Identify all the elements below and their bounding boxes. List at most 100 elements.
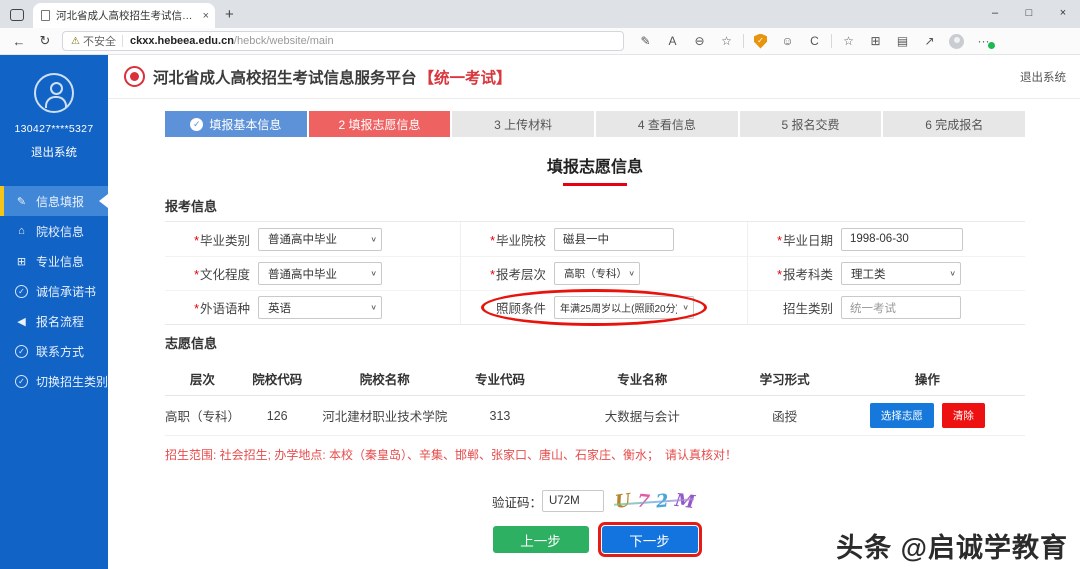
sidebar-item-signup-process[interactable]: ◀ 报名流程 [0,306,108,336]
field-label: 文化程度 [199,268,250,282]
sidebar: 130427****5327 退出系统 ✎ 信息填报 ⌂ 院校信息 ⊞ 专业信息… [0,55,108,569]
tab-close-icon[interactable]: × [203,10,209,22]
close-button[interactable]: × [1046,0,1080,28]
read-aloud-icon[interactable]: A [659,34,686,48]
user-id: 130427****5327 [14,123,94,135]
back-icon[interactable]: ← [6,34,32,49]
education-level-select[interactable]: 普通高中毕业 ∨ [258,262,382,285]
browser-toolbar: ← ↻ ⚠ 不安全 ckxx.hebeea.edu.cn /hebck/webs… [0,28,1080,55]
col-major-code: 专业代码 [474,373,525,387]
header-logout-link[interactable]: 退出系统 [1020,69,1066,85]
watermark: 头条 @启诚学教育 [836,533,1068,563]
url-host: ckxx.hebeea.edu.cn [129,35,234,47]
field-apply-category: *报考科类 理工类 ∨ [747,257,1025,290]
table-row: 高职（专科） 126 河北建材职业技术学院 313 大数据与会计 函授 选择志愿… [165,396,1025,436]
sidebar-logout-link[interactable]: 退出系统 [31,144,77,160]
share-icon[interactable]: ↗ [916,34,943,48]
chevron-down-icon: ∨ [949,269,956,278]
required-marker: * [194,268,199,282]
browser-tab[interactable]: 河北省成人高校招生考试信息服 × [33,3,215,28]
favorites-bar-icon[interactable]: ☆ [835,34,862,48]
graduation-type-select[interactable]: 普通高中毕业 ∨ [258,227,382,251]
tab-workspace-icon[interactable] [10,9,24,21]
foreign-language-select[interactable]: 英语 ∨ [258,296,382,319]
cell-major-name: 大数据与会计 [604,410,680,424]
field-label: 报考科类 [782,268,833,282]
more-menu-icon[interactable]: ··· [970,34,997,49]
maximize-button[interactable]: □ [1012,0,1046,28]
shield-extension-icon[interactable]: ✓ [754,33,767,49]
pen-icon[interactable]: ✎ [632,34,659,48]
step-volunteer-info[interactable]: 2 填报志愿信息 [308,111,451,137]
user-avatar-icon [34,73,74,113]
prev-step-button[interactable]: 上一步 [492,526,589,553]
speaker-icon: ◀ [17,315,26,328]
select-volunteer-button[interactable]: 选择志愿 [869,403,934,428]
toolbar-icons: ✎ A ⊖ ☆ ✓ ☺ C ☆ ⊞ ▤ ↗ ··· [632,33,997,49]
refresh-icon[interactable]: ↻ [32,33,58,49]
apply-level-select[interactable]: 高职（专科） ∨ [554,262,640,285]
form-row: *毕业类别 普通高中毕业 ∨ *毕业院校 *毕业日期 [165,222,1025,256]
sidebar-item-school-info[interactable]: ⌂ 院校信息 [0,216,108,246]
favorite-star-icon[interactable]: ☆ [713,34,740,48]
step-finish[interactable]: 6 完成报名 [883,111,1026,137]
preferential-condition-select[interactable]: 年满25周岁以上(照顾20分) ∨ [554,296,694,319]
security-label: 不安全 [82,36,116,48]
col-school-code: 院校代码 [252,373,303,387]
col-level: 层次 [189,373,215,387]
address-bar[interactable]: ⚠ 不安全 ckxx.hebeea.edu.cn /hebck/website/… [62,31,624,51]
sidebar-item-major-info[interactable]: ⊞ 专业信息 [0,246,108,276]
field-apply-level: *报考层次 高职（专科） ∨ [460,257,747,290]
step-pay-fee[interactable]: 5 报名交费 [739,111,882,137]
step-basic-info[interactable]: ✓ 填报基本信息 [165,111,307,137]
minimize-button[interactable]: – [978,0,1012,28]
cell-school-code: 126 [266,408,288,423]
sidebar-item-switch-category[interactable]: ✓ 切换招生类别 [0,366,108,396]
cell-study-form: 函授 [772,410,798,424]
chevron-down-icon: ∨ [370,234,377,243]
cell-actions: 选择志愿 清除 [830,403,1025,428]
c-extension-icon[interactable]: C [801,34,828,48]
journal-icon[interactable]: ▤ [889,34,916,48]
cell-level: 高职（专科） [165,410,241,424]
captcha-input[interactable] [542,490,604,512]
sidebar-item-label: 报名流程 [36,314,85,329]
chevron-down-icon: ∨ [682,303,689,312]
site-logo-icon [124,66,145,87]
sidebar-item-integrity-letter[interactable]: ✓ 诚信承诺书 [0,276,108,306]
sidebar-item-label: 联系方式 [36,344,85,359]
step-upload-materials[interactable]: 3 上传材料 [452,111,595,137]
sidebar-item-info-fill[interactable]: ✎ 信息填报 [0,186,108,216]
collections-icon[interactable]: ⊞ [862,34,889,48]
sidebar-menu: ✎ 信息填报 ⌂ 院校信息 ⊞ 专业信息 ✓ 诚信承诺书 ◀ 报名流程 ✓ 联系… [0,186,108,396]
form-row: *外语语种 英语 ∨ 照顾条件 年满25周岁以上(照顾20分) ∨ 招生类别 统… [165,289,1025,326]
sidebar-item-contact[interactable]: ✓ 联系方式 [0,336,108,366]
required-marker: * [490,233,495,248]
zoom-icon[interactable]: ⊖ [686,34,713,48]
shield-check-icon: ✓ [15,374,28,388]
captcha-image[interactable]: U 7 2 M [612,489,698,513]
cell-major-code: 313 [489,408,511,423]
graduation-school-input[interactable] [554,227,674,251]
address-divider [121,35,123,47]
browser-tab-bar: 河北省成人高校招生考试信息服 × + – □ × [0,0,1080,28]
page-favicon-icon [41,10,50,21]
new-tab-button[interactable]: + [225,6,234,23]
apply-category-select[interactable]: 理工类 ∨ [841,262,961,285]
field-label: 招生类别 [782,302,833,316]
shield-check-icon: ✓ [15,284,28,298]
title-underline [563,183,627,186]
select-value: 普通高中毕业 [268,268,337,281]
edit-icon: ✎ [16,195,27,208]
next-step-button[interactable]: 下一步 [597,522,702,557]
face-extension-icon[interactable]: ☺ [774,34,801,48]
graduation-date-input[interactable] [841,227,963,251]
clear-button[interactable]: 清除 [941,403,985,428]
profile-avatar[interactable] [949,33,964,49]
field-label: 外语语种 [199,302,250,316]
field-graduation-school: *毕业院校 [460,222,747,256]
step-view-info[interactable]: 4 查看信息 [596,111,738,137]
captcha-row: 验证码： U 7 2 M [165,489,1025,513]
tab-title: 河北省成人高校招生考试信息服 [56,10,199,22]
chevron-down-icon: ∨ [628,269,635,278]
